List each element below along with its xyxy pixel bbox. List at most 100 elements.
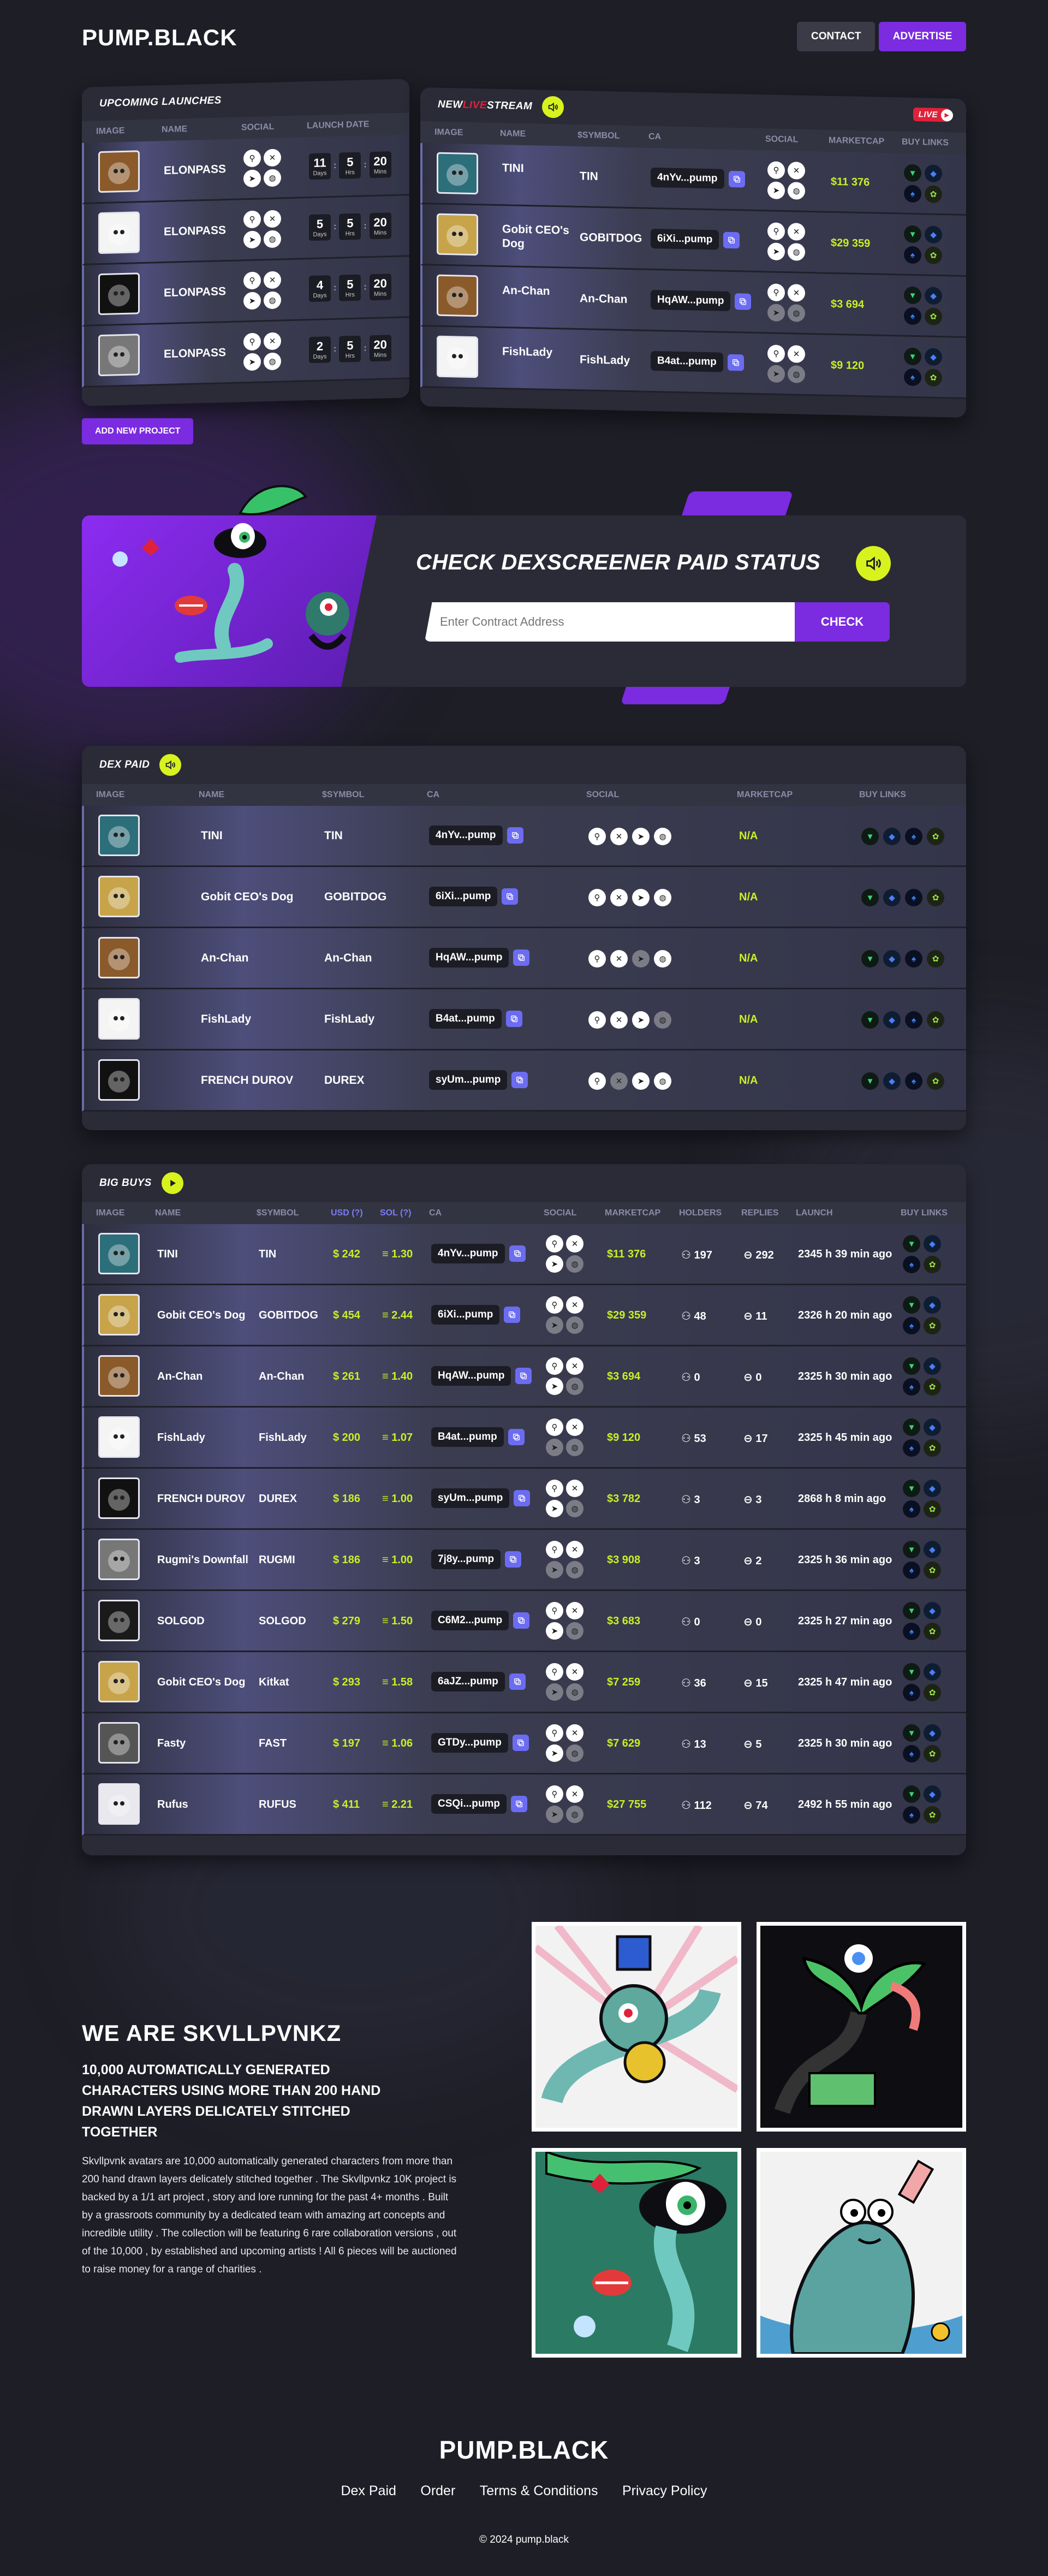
copy-icon[interactable]	[511, 1072, 528, 1088]
link-icon[interactable]: ⚲	[546, 1235, 563, 1253]
dex-screener-icon[interactable]: ▼	[903, 1541, 920, 1558]
x-icon[interactable]: ✕	[264, 149, 281, 167]
telegram-icon[interactable]: ➤	[546, 1744, 563, 1762]
dex-screener-icon[interactable]: ▼	[903, 1724, 920, 1742]
link-icon[interactable]: ⚲	[767, 161, 785, 179]
globe-icon[interactable]: ◍	[566, 1316, 583, 1334]
birdeye-icon[interactable]: ◆	[883, 828, 901, 845]
x-icon[interactable]: ✕	[264, 271, 281, 289]
link-icon[interactable]: ⚲	[546, 1785, 563, 1803]
live-badge[interactable]: LIVE ▶	[913, 107, 953, 122]
contract-address-text[interactable]: 4nYv...pump	[431, 1244, 505, 1263]
bullx-icon[interactable]: ✿	[925, 185, 942, 204]
copy-icon[interactable]	[509, 1245, 526, 1262]
contract-address-text[interactable]: 4nYv...pump	[651, 167, 724, 189]
dex-screener-icon[interactable]: ▼	[861, 828, 879, 845]
speaker-icon[interactable]	[159, 754, 182, 776]
link-icon[interactable]: ⚲	[767, 283, 785, 301]
birdeye-icon[interactable]: ◆	[925, 225, 942, 244]
link-icon[interactable]: ⚲	[243, 271, 261, 290]
table-row[interactable]: TINI TIN 4nYv...pump ⚲ ✕ ➤ ◍ N/A ▼ ◆ ♠ ✿	[82, 806, 966, 867]
contract-address-text[interactable]: B4at...pump	[651, 351, 723, 372]
bullx-icon[interactable]: ✿	[927, 950, 944, 968]
speaker-icon[interactable]	[856, 546, 891, 581]
dex-screener-icon[interactable]: ▼	[903, 1480, 920, 1497]
dex-screener-icon[interactable]: ▼	[904, 164, 921, 182]
link-icon[interactable]: ⚲	[546, 1357, 563, 1375]
bullx-icon[interactable]: ✿	[925, 369, 942, 387]
telegram-icon[interactable]: ➤	[546, 1622, 563, 1640]
x-icon[interactable]: ✕	[788, 162, 805, 180]
dex-screener-icon[interactable]: ▼	[861, 950, 879, 968]
contract-address-text[interactable]: 6iXi...pump	[429, 887, 498, 906]
globe-icon[interactable]: ◍	[654, 889, 671, 906]
x-icon[interactable]: ✕	[566, 1296, 583, 1314]
dex-screener-icon[interactable]: ▼	[903, 1785, 920, 1803]
link-icon[interactable]: ⚲	[243, 210, 261, 229]
globe-icon[interactable]: ◍	[654, 1011, 671, 1029]
birdeye-icon[interactable]: ◆	[883, 1072, 901, 1090]
birdeye-icon[interactable]: ◆	[924, 1541, 941, 1558]
contract-address-text[interactable]: 6iXi...pump	[651, 228, 719, 250]
link-icon[interactable]: ⚲	[546, 1480, 563, 1497]
link-icon[interactable]: ⚲	[243, 333, 261, 351]
photon-icon[interactable]: ♠	[904, 246, 921, 264]
photon-icon[interactable]: ♠	[904, 185, 921, 203]
logo[interactable]: PUMP.BLACK	[82, 25, 237, 51]
contract-address-text[interactable]: 7j8y...pump	[431, 1550, 501, 1569]
x-icon[interactable]: ✕	[610, 889, 628, 906]
advertise-button[interactable]: ADVERTISE	[879, 22, 966, 51]
globe-icon[interactable]: ◍	[566, 1255, 583, 1273]
telegram-icon[interactable]: ➤	[546, 1806, 563, 1823]
bullx-icon[interactable]: ✿	[927, 1072, 944, 1090]
photon-icon[interactable]: ♠	[903, 1806, 920, 1824]
table-row[interactable]: Rugmi's Downfall RUGMI $ 186 ≡ 1.00 7j8y…	[82, 1530, 966, 1591]
globe-icon[interactable]: ◍	[264, 230, 281, 248]
telegram-icon[interactable]: ➤	[243, 230, 261, 249]
table-row[interactable]: SOLGOD SOLGOD $ 279 ≡ 1.50 C6M2...pump ⚲…	[82, 1591, 966, 1652]
copy-icon[interactable]	[505, 1011, 522, 1027]
dex-screener-icon[interactable]: ▼	[903, 1663, 920, 1681]
bullx-icon[interactable]: ✿	[924, 1439, 941, 1457]
footer-link-dex-paid[interactable]: Dex Paid	[341, 2483, 396, 2498]
photon-icon[interactable]: ♠	[905, 950, 922, 968]
contract-address-text[interactable]: HqAW...pump	[429, 948, 509, 968]
copy-icon[interactable]	[735, 293, 752, 310]
link-icon[interactable]: ⚲	[546, 1663, 563, 1681]
link-icon[interactable]: ⚲	[243, 149, 261, 168]
x-icon[interactable]: ✕	[788, 284, 805, 302]
contract-address-input[interactable]	[425, 602, 795, 642]
table-row[interactable]: Gobit CEO's Dog Kitkat $ 293 ≡ 1.58 6aJZ…	[82, 1652, 966, 1713]
table-row[interactable]: An-Chan An-Chan $ 261 ≡ 1.40 HqAW...pump…	[82, 1346, 966, 1408]
globe-icon[interactable]: ◍	[654, 828, 671, 845]
bullx-icon[interactable]: ✿	[924, 1684, 941, 1701]
contract-address-text[interactable]: 4nYv...pump	[429, 826, 503, 845]
copy-icon[interactable]	[515, 1368, 532, 1384]
contract-address-text[interactable]: HqAW...pump	[651, 289, 731, 311]
telegram-icon[interactable]: ➤	[767, 304, 785, 322]
birdeye-icon[interactable]: ◆	[924, 1418, 941, 1436]
photon-icon[interactable]: ♠	[905, 1072, 922, 1090]
copy-icon[interactable]	[509, 1673, 526, 1690]
contract-address-text[interactable]: 6iXi...pump	[431, 1305, 500, 1325]
table-row[interactable]: FishLady FishLady B4at...pump ⚲ ✕ ➤ ◍ $9 12…	[420, 327, 966, 399]
contract-address-text[interactable]: B4at...pump	[431, 1427, 504, 1447]
globe-icon[interactable]: ◍	[788, 365, 805, 383]
contract-address-text[interactable]: GTDy...pump	[431, 1733, 508, 1753]
dex-screener-icon[interactable]: ▼	[861, 1072, 879, 1090]
telegram-icon[interactable]: ➤	[632, 828, 650, 845]
photon-icon[interactable]: ♠	[905, 1011, 922, 1029]
photon-icon[interactable]: ♠	[903, 1256, 920, 1273]
x-icon[interactable]: ✕	[610, 950, 628, 968]
link-icon[interactable]: ⚲	[588, 1011, 606, 1029]
globe-icon[interactable]: ◍	[654, 1072, 671, 1090]
photon-icon[interactable]: ♠	[903, 1500, 920, 1518]
table-row[interactable]: ELONPASS ⚲ ✕ ➤ ◍ 4 Days: 5 Hrs: 20 Mins	[82, 257, 409, 327]
x-icon[interactable]: ✕	[566, 1663, 583, 1681]
telegram-icon[interactable]: ➤	[546, 1378, 563, 1395]
contract-address-text[interactable]: syUm...pump	[431, 1488, 510, 1508]
telegram-icon[interactable]: ➤	[243, 292, 261, 310]
x-icon[interactable]: ✕	[566, 1235, 583, 1253]
table-row[interactable]: ELONPASS ⚲ ✕ ➤ ◍ 5 Days: 5 Hrs: 20 Mins	[82, 195, 409, 265]
dex-screener-icon[interactable]: ▼	[903, 1235, 920, 1253]
